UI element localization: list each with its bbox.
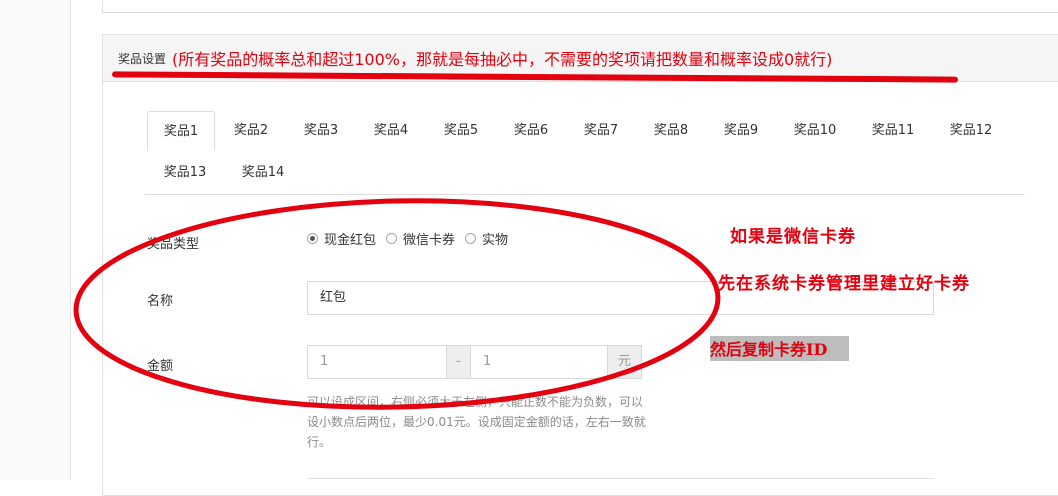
amount-label: 金额 (147, 359, 174, 374)
tab-prize-3[interactable]: 奖品3 (287, 111, 355, 151)
tab-prize-5[interactable]: 奖品5 (427, 111, 495, 151)
next-field-border (307, 478, 934, 479)
annotation-line-1: 如果是微信卡券 (730, 227, 856, 247)
radio-label-cash: 现金红包 (324, 232, 377, 248)
annotation-line-2: 先在系统卡券管理里建立好卡券 (718, 274, 970, 294)
amount-max-input[interactable]: 1 (470, 345, 608, 379)
tab-prize-11[interactable]: 奖品11 (855, 111, 931, 151)
radio-empty-icon (465, 232, 477, 244)
tab-prize-2[interactable]: 奖品2 (217, 111, 285, 151)
radio-empty-icon (386, 232, 398, 244)
tab-prize-6[interactable]: 奖品6 (497, 111, 565, 151)
tab-prize-10[interactable]: 奖品10 (777, 111, 853, 151)
tab-prize-1[interactable]: 奖品1 (147, 111, 215, 151)
radio-physical[interactable]: 实物 (465, 229, 508, 248)
radio-label-physical: 实物 (482, 232, 509, 248)
tab-prize-7[interactable]: 奖品7 (567, 111, 635, 151)
tab-prize-12[interactable]: 奖品12 (933, 111, 1009, 151)
annotation-line-3: 然后复制卡券ID (710, 336, 850, 361)
prize-type-radio-group: 现金红包 微信卡券 实物 (307, 228, 518, 248)
tab-prize-8[interactable]: 奖品8 (637, 111, 705, 151)
amount-unit: 元 (607, 345, 642, 379)
tab-prize-9[interactable]: 奖品9 (707, 111, 775, 151)
panel-title: 奖品设置 (118, 52, 167, 66)
amount-help-text: 可以设成区间，右侧必须大于左侧，只能正数不能为负数，可以设小数点后两位，最少0.… (307, 395, 646, 449)
tab-prize-14[interactable]: 奖品14 (225, 153, 301, 193)
radio-cash-red-packet[interactable]: 现金红包 (307, 229, 376, 248)
prize-tabs: 奖品1 奖品2 奖品3 奖品4 奖品5 奖品6 奖品7 奖品8 奖品9 奖品10… (145, 111, 1025, 195)
left-rail (0, 0, 71, 480)
name-label: 名称 (147, 294, 174, 309)
tab-prize-13[interactable]: 奖品13 (147, 153, 223, 193)
radio-wechat-card[interactable]: 微信卡券 (386, 229, 455, 248)
amount-separator: - (446, 345, 471, 379)
prize-type-label: 奖品类型 (147, 237, 200, 252)
previous-panel (102, 0, 1058, 13)
amount-min-input[interactable]: 1 (307, 345, 447, 379)
tab-prize-4[interactable]: 奖品4 (357, 111, 425, 151)
radio-selected-icon (307, 232, 318, 244)
radio-label-card: 微信卡券 (403, 232, 456, 248)
panel-note: (所有奖品的概率总和超过100%，那就是每抽必中，不需要的奖项请把数量和概率设成… (172, 50, 833, 69)
